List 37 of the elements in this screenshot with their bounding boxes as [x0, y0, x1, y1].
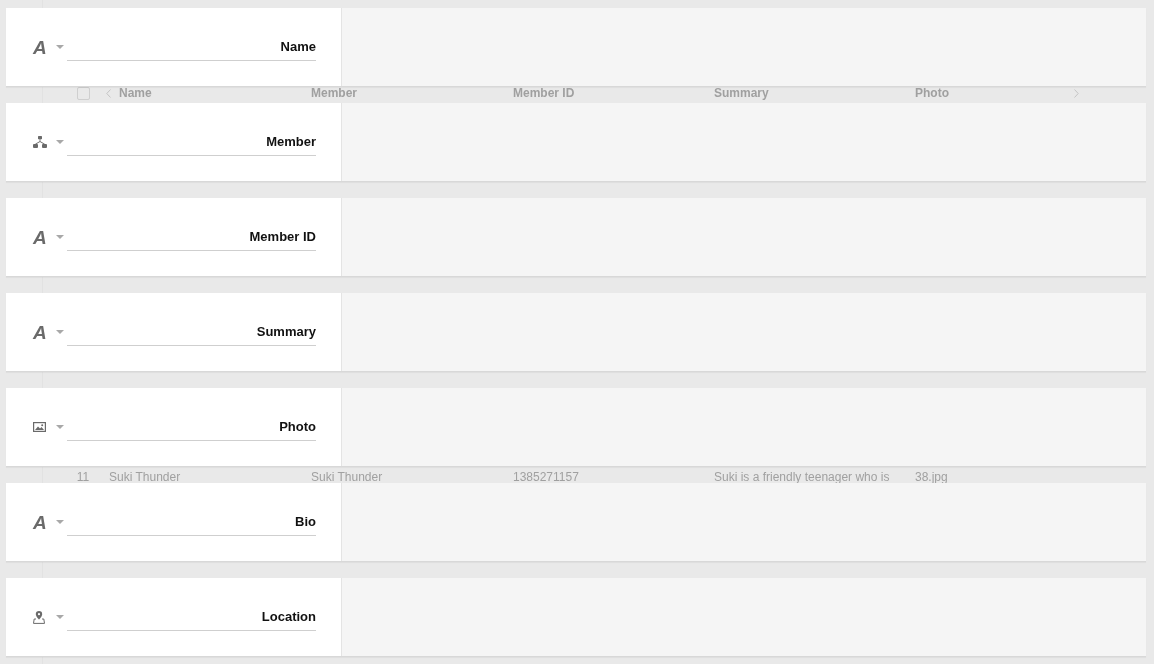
field-type-dropdown[interactable]: [33, 422, 64, 432]
chevron-left-icon: [106, 88, 111, 98]
text-type-icon: A: [33, 512, 47, 532]
row-number: 11: [76, 470, 90, 484]
caret-icon: [56, 615, 64, 619]
column-header: Summary: [713, 86, 770, 100]
caret-icon: [56, 425, 64, 429]
field-name-input[interactable]: Summary: [67, 323, 316, 346]
field-type-dropdown[interactable]: A: [33, 512, 64, 532]
column-header: Name: [118, 86, 152, 100]
hierarchy-icon: [33, 136, 47, 148]
column-header: Photo: [914, 86, 950, 100]
field-type-dropdown[interactable]: A: [33, 37, 64, 57]
field-name-input[interactable]: Bio: [67, 513, 316, 536]
image-icon: [33, 422, 46, 432]
field-type-dropdown[interactable]: A: [33, 322, 64, 342]
field-name-input[interactable]: Member ID: [67, 228, 316, 251]
map-pin-icon: [33, 610, 45, 624]
table-cell-text: Suki is a friendly teenager who is: [713, 470, 891, 484]
column-header: Member ID: [512, 86, 576, 100]
field-type-dropdown[interactable]: [33, 136, 64, 148]
column-header: Member: [310, 86, 358, 100]
caret-icon: [56, 140, 64, 144]
text-type-icon: A: [33, 227, 47, 247]
table-cell-text: 1385271157: [512, 470, 580, 484]
chevron-right-icon: [1074, 88, 1079, 98]
table-cell-text: Suki Thunder: [108, 470, 182, 484]
caret-icon: [56, 45, 64, 49]
field-name-input[interactable]: Name: [67, 38, 316, 61]
caret-icon: [56, 330, 64, 334]
caret-icon: [56, 235, 64, 239]
field-type-dropdown[interactable]: [33, 610, 64, 624]
text-type-icon: A: [33, 322, 47, 342]
text-type-icon: A: [33, 37, 47, 57]
caret-icon: [56, 520, 64, 524]
field-type-dropdown[interactable]: A: [33, 227, 64, 247]
table-cell-text: Suki Thunder: [310, 470, 384, 484]
